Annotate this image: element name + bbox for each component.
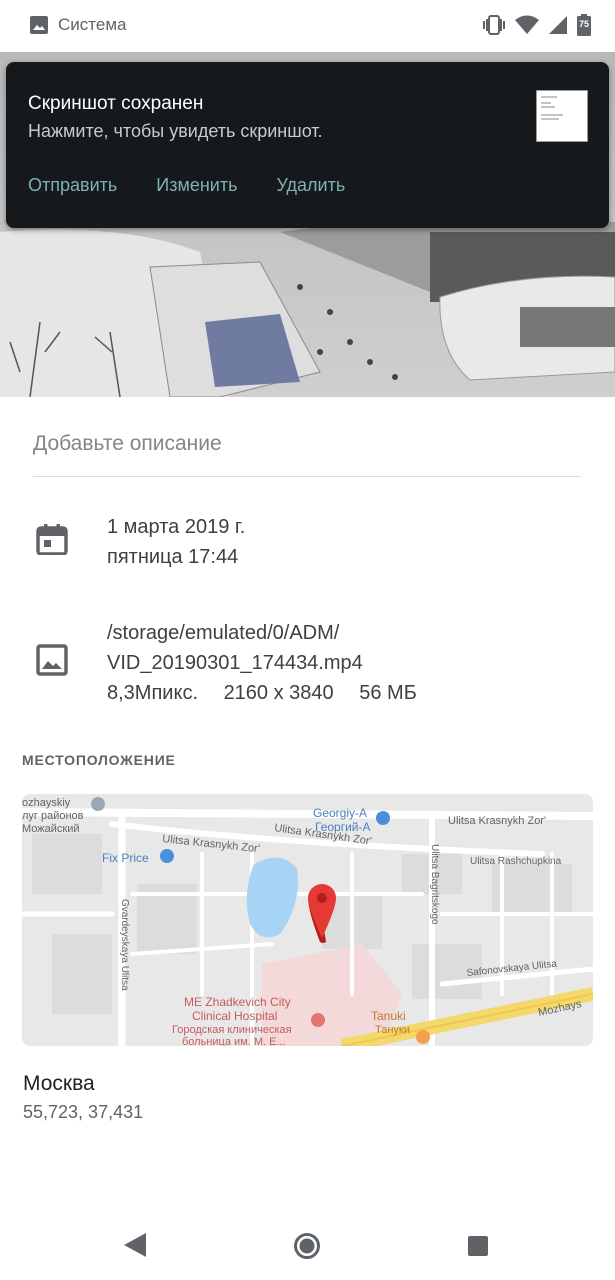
screenshot-notification[interactable]: Скриншот сохранен Нажмите, чтобы увидеть… bbox=[6, 62, 609, 228]
map-label: Georgiy-A bbox=[313, 806, 367, 820]
map-label: Ulitsa Bagritskogo bbox=[429, 844, 440, 925]
megapixels-text: 8,3Мпикс. bbox=[107, 682, 198, 704]
status-app-name: Система bbox=[58, 15, 127, 34]
map-label: Городская клиническая bbox=[172, 1024, 292, 1036]
image-file-icon bbox=[36, 644, 68, 676]
map-label: ME Zhadkevich City bbox=[184, 995, 291, 1009]
map-label: луг районов bbox=[22, 810, 84, 822]
back-icon[interactable] bbox=[124, 1233, 146, 1257]
map-label: больница им. М. Е... bbox=[182, 1036, 286, 1046]
status-bar: Система 75 bbox=[0, 0, 615, 52]
notification-text: Нажмите, чтобы увидеть скриншот. bbox=[28, 121, 323, 141]
home-icon[interactable] bbox=[293, 1232, 321, 1260]
recents-icon[interactable] bbox=[468, 1236, 488, 1256]
weekday-time-text: пятница 17:44 bbox=[107, 546, 239, 568]
map-label: Gvardeyskaya Ulitsa bbox=[119, 899, 130, 991]
file-size-text: 56 МБ bbox=[359, 682, 417, 704]
description-divider bbox=[33, 476, 581, 477]
date-info: 1 марта 2019 г. пятница 17:44 bbox=[107, 512, 245, 572]
battery-icon: 75 bbox=[577, 14, 591, 36]
battery-level: 75 bbox=[578, 19, 589, 29]
calendar-icon bbox=[36, 524, 68, 555]
screenshot-thumbnail[interactable] bbox=[536, 90, 588, 142]
location-city: Москва bbox=[23, 1072, 95, 1095]
file-info: /storage/emulated/0/ADM/ VID_20190301_17… bbox=[107, 618, 437, 708]
resolution-text: 2160 x 3840 bbox=[223, 682, 334, 704]
map-label: Clinical Hospital bbox=[192, 1009, 277, 1023]
map-label: Георгий-А bbox=[315, 820, 371, 834]
location-section-label: МЕСТОПОЛОЖЕНИЕ bbox=[22, 752, 176, 768]
location-coords: 55,723, 37,431 bbox=[23, 1102, 144, 1122]
map-label: Тануки bbox=[375, 1024, 410, 1036]
file-path-line1: /storage/emulated/0/ADM/ bbox=[107, 622, 340, 644]
vibrate-icon bbox=[483, 15, 505, 35]
map-label: Ulitsa Krasnykh Zor' bbox=[448, 815, 546, 827]
map-label: Tanuki bbox=[371, 1009, 406, 1023]
notification-title: Скриншот сохранен bbox=[28, 93, 204, 114]
cell-signal-icon bbox=[549, 16, 567, 34]
date-text: 1 марта 2019 г. bbox=[107, 516, 246, 538]
map-label: Ulitsa Rashchupkina bbox=[470, 856, 562, 867]
map-label: ozhayskiy bbox=[22, 797, 71, 809]
map-label: Можайский bbox=[22, 823, 80, 835]
map-label: Fix Price bbox=[102, 851, 149, 865]
file-path-line2: VID_20190301_174434.mp4 bbox=[107, 652, 363, 674]
image-icon bbox=[30, 16, 48, 34]
navigation-bar bbox=[0, 1208, 615, 1280]
edit-button[interactable]: Изменить bbox=[156, 175, 237, 196]
share-button[interactable]: Отправить bbox=[28, 175, 117, 196]
description-input[interactable]: Добавьте описание bbox=[33, 432, 222, 456]
wifi-icon bbox=[515, 15, 539, 34]
delete-button[interactable]: Удалить bbox=[276, 175, 345, 196]
location-map[interactable]: ozhayskiy луг районов Можайский Ulitsa K… bbox=[22, 794, 593, 1046]
file-meta: 8,3Мпикс. 2160 x 3840 56 МБ bbox=[107, 678, 437, 708]
